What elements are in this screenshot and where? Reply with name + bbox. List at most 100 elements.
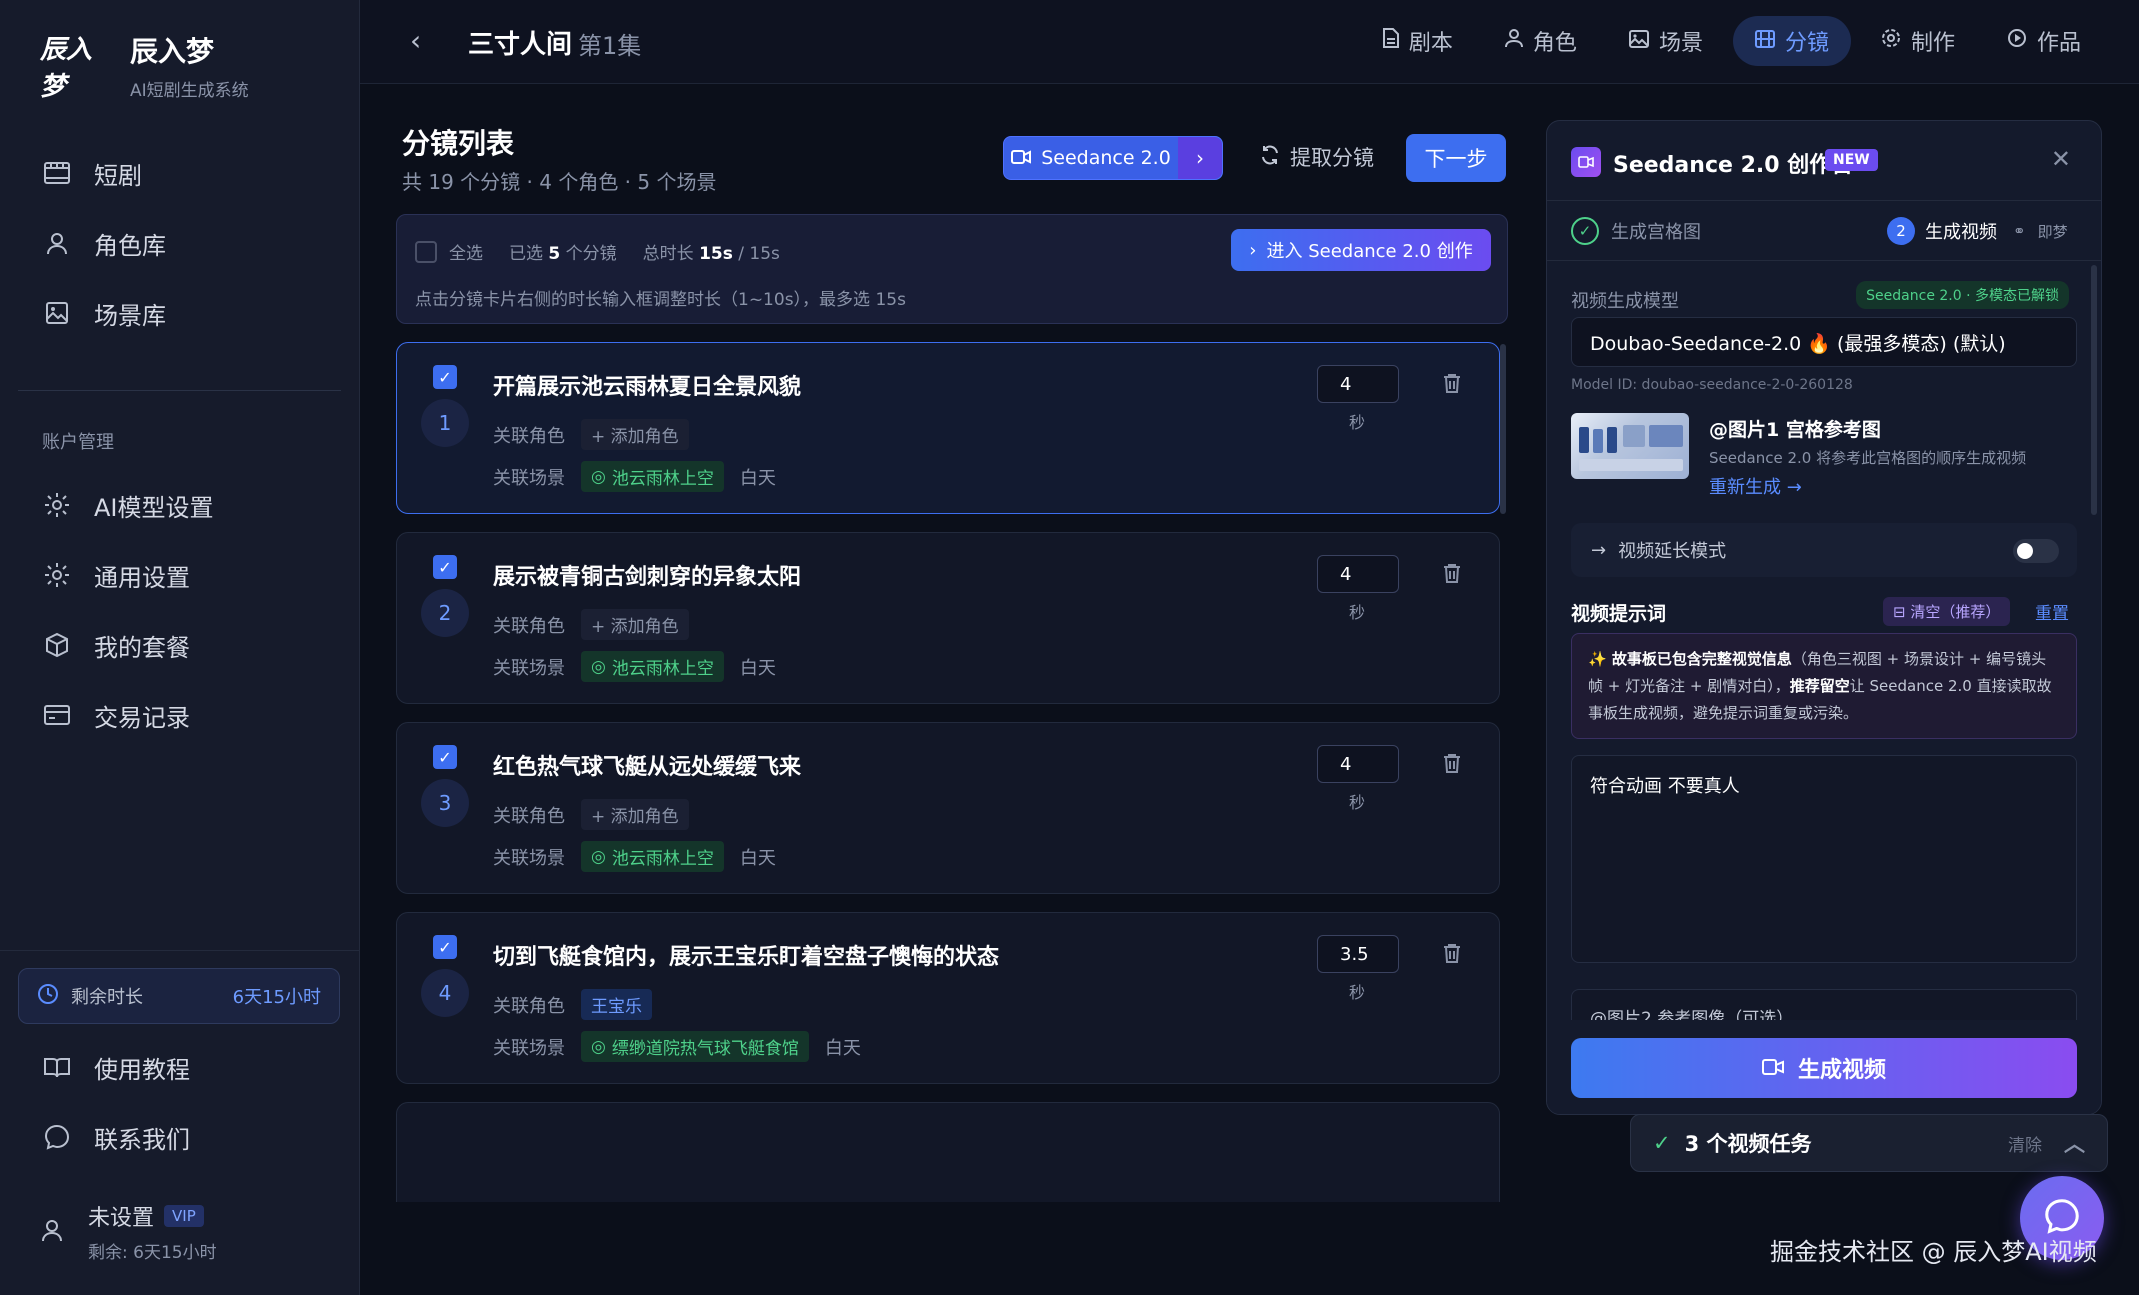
enter-seedance-button[interactable]: › 进入 Seedance 2.0 创作 bbox=[1231, 229, 1491, 271]
sidebar-item-dramas[interactable]: 短剧 bbox=[18, 138, 341, 208]
user-profile[interactable]: 未设置 VIP 剩余: 6天15小时 bbox=[40, 1200, 217, 1263]
sidebar-item-label: 使用教程 bbox=[94, 1055, 190, 1084]
clear-tasks-button[interactable]: 清除 bbox=[2008, 1131, 2042, 1156]
video-extend-row: → 视频延长模式 bbox=[1571, 523, 2077, 577]
extract-storyboard-button[interactable]: 提取分镜 bbox=[1260, 142, 1374, 172]
next-step-button[interactable]: 下一步 bbox=[1406, 134, 1506, 182]
film-icon bbox=[42, 158, 72, 188]
duration-input[interactable]: 4 bbox=[1317, 365, 1399, 403]
sidebar-item-package[interactable]: 我的套餐 bbox=[18, 610, 341, 680]
image-icon bbox=[42, 298, 72, 328]
role-chip[interactable]: 王宝乐 bbox=[581, 989, 652, 1020]
brand[interactable]: 辰入梦 辰入梦 AI短剧生成系统 bbox=[40, 30, 249, 102]
scene-chip[interactable]: ◎ 池云雨林上空 bbox=[581, 841, 724, 872]
chevron-right-icon: › bbox=[1249, 239, 1257, 261]
storyboard-card[interactable]: ✓ 4 切到飞艇食馆内，展示王宝乐盯着空盘子懊悔的状态 关联角色 王宝乐 关联场景… bbox=[396, 912, 1500, 1084]
sidebar-item-tutorial[interactable]: 使用教程 bbox=[18, 1032, 341, 1102]
add-role-chip[interactable]: + 添加角色 bbox=[581, 799, 689, 830]
chat-icon bbox=[42, 1122, 72, 1152]
clear-prompt-button[interactable]: ⊟ 清空（推荐） bbox=[1883, 597, 2011, 626]
sidebar-item-transactions[interactable]: 交易记录 bbox=[18, 680, 341, 750]
chevron-up-icon[interactable]: ︿ bbox=[2064, 1128, 2085, 1158]
remaining-time-box[interactable]: 剩余时长 6天15小时 bbox=[18, 968, 340, 1024]
chevron-right-icon[interactable]: › bbox=[1178, 137, 1222, 179]
card-checkbox[interactable]: ✓ bbox=[433, 745, 457, 769]
panel-scrollbar[interactable] bbox=[2091, 265, 2097, 515]
watermark: 掘金技术社区 @ 辰入梦AI视频 bbox=[1770, 1238, 2097, 1266]
panel-steps: ✓ 生成宫格图 2 生成视频 ⚭ 即梦 bbox=[1547, 201, 2101, 261]
extend-toggle[interactable] bbox=[2013, 539, 2059, 563]
card-checkbox[interactable]: ✓ bbox=[433, 935, 457, 959]
list-scrollbar[interactable] bbox=[1500, 344, 1506, 514]
sidebar-item-settings[interactable]: 通用设置 bbox=[18, 540, 341, 610]
seedance-button[interactable]: Seedance 2.0 › bbox=[1003, 136, 1223, 180]
location-pin-icon: ◎ bbox=[591, 466, 606, 487]
card-number: 1 bbox=[421, 399, 469, 447]
trash-icon[interactable] bbox=[1443, 563, 1461, 587]
location-pin-icon: ◎ bbox=[591, 656, 606, 677]
gear-icon bbox=[1881, 28, 1901, 54]
clock-icon bbox=[37, 983, 59, 1010]
sidebar-item-ai-model[interactable]: AI模型设置 bbox=[18, 470, 341, 540]
model-select[interactable]: Doubao-Seedance-2.0 🔥 (最强多模态) (默认) bbox=[1571, 317, 2077, 367]
time-of-day: 白天 bbox=[739, 847, 776, 869]
duration-unit: 秒 bbox=[1349, 603, 1366, 622]
sidebar-item-contact[interactable]: 联系我们 bbox=[18, 1102, 341, 1172]
regenerate-link[interactable]: 重新生成 → bbox=[1709, 473, 1802, 499]
storyboard-card[interactable]: ✓ 2 展示被青铜古剑刺穿的异象太阳 关联角色 + 添加角色 关联场景 ◎ 池云雨林上… bbox=[396, 532, 1500, 704]
tab-production[interactable]: 制作 bbox=[1859, 16, 1977, 66]
storyboard-card[interactable] bbox=[396, 1102, 1500, 1202]
trash-icon[interactable] bbox=[1443, 943, 1461, 967]
storyboard-card[interactable]: ✓ 1 开篇展示池云雨林夏日全景风貌 关联角色 + 添加角色 关联场景 ◎ 池云雨林上… bbox=[396, 342, 1500, 514]
arrow-right-icon: → bbox=[1591, 539, 1607, 561]
seedance-panel: Seedance 2.0 创作台 NEW ✕ ✓ 生成宫格图 2 生成视频 ⚭ … bbox=[1546, 120, 2102, 1115]
card-number: 3 bbox=[421, 779, 469, 827]
nav-divider bbox=[18, 390, 341, 391]
duration-unit: 秒 bbox=[1349, 413, 1366, 432]
scene-chip[interactable]: ◎ 池云雨林上空 bbox=[581, 461, 724, 492]
trash-icon[interactable] bbox=[1443, 753, 1461, 777]
close-icon[interactable]: ✕ bbox=[2051, 145, 2071, 173]
duration-input[interactable]: 4 bbox=[1317, 555, 1399, 593]
seedance-button-label: Seedance 2.0 bbox=[1041, 147, 1171, 169]
add-role-chip[interactable]: + 添加角色 bbox=[581, 609, 689, 640]
tab-storyboard[interactable]: 分镜 bbox=[1732, 16, 1851, 66]
duration-input[interactable]: 3.5 bbox=[1317, 935, 1399, 973]
prompt-textarea[interactable]: 符合动画 不要真人 bbox=[1571, 755, 2077, 963]
project-title: 三寸人间 bbox=[468, 30, 573, 60]
storyboard-list-area: 分镜列表 共 19 个分镜 · 4 个角色 · 5 个场景 Seedance 2… bbox=[396, 84, 1508, 1295]
time-of-day: 白天 bbox=[824, 1037, 861, 1059]
back-chevron-icon[interactable]: ‹ bbox=[410, 24, 421, 57]
select-all-checkbox[interactable] bbox=[415, 241, 437, 263]
tab-characters[interactable]: 角色 bbox=[1483, 16, 1599, 66]
card-title: 红色热气球飞艇从远处缓缓飞来 bbox=[493, 755, 802, 780]
card-number: 4 bbox=[421, 969, 469, 1017]
storyboard-card[interactable]: ✓ 3 红色热气球飞艇从远处缓缓飞来 关联角色 + 添加角色 关联场景 ◎ 池云雨林上… bbox=[396, 722, 1500, 894]
tab-script[interactable]: 剧本 bbox=[1361, 16, 1475, 66]
grid-reference-thumbnail[interactable] bbox=[1571, 413, 1689, 479]
tab-works[interactable]: 作品 bbox=[1985, 16, 2103, 66]
user-icon bbox=[42, 228, 72, 258]
sidebar-item-scenes[interactable]: 场景库 bbox=[18, 278, 341, 348]
step-generate-grid[interactable]: ✓ 生成宫格图 bbox=[1571, 217, 1701, 245]
generate-video-button[interactable]: 生成视频 bbox=[1571, 1038, 2077, 1098]
scene-chip[interactable]: ◎ 缥缈道院热气球飞艇食馆 bbox=[581, 1031, 809, 1062]
sidebar-item-characters[interactable]: 角色库 bbox=[18, 208, 341, 278]
duration-input[interactable]: 4 bbox=[1317, 745, 1399, 783]
tab-scenes[interactable]: 场景 bbox=[1607, 16, 1725, 66]
reset-prompt-button[interactable]: 重置 bbox=[2035, 599, 2069, 624]
panel-footer: 生成视频 bbox=[1547, 1020, 2101, 1114]
package-icon bbox=[42, 630, 72, 660]
brand-subtitle: AI短剧生成系统 bbox=[130, 81, 249, 101]
trash-icon[interactable] bbox=[1443, 373, 1461, 397]
card-checkbox[interactable]: ✓ bbox=[433, 555, 457, 579]
add-role-chip[interactable]: + 添加角色 bbox=[581, 419, 689, 450]
card-checkbox[interactable]: ✓ bbox=[433, 365, 457, 389]
video-tasks-toast[interactable]: ✓ 3 个视频任务 清除 ︿ bbox=[1630, 1114, 2108, 1172]
role-label: 关联角色 bbox=[493, 995, 565, 1017]
step-generate-video[interactable]: 2 生成视频 ⚭ 即梦 bbox=[1887, 217, 2068, 245]
scene-chip[interactable]: ◎ 池云雨林上空 bbox=[581, 651, 724, 682]
refresh-icon bbox=[1260, 145, 1280, 170]
select-all-label[interactable]: 全选 bbox=[449, 239, 483, 264]
sidebar-item-label: 联系我们 bbox=[94, 1125, 190, 1154]
